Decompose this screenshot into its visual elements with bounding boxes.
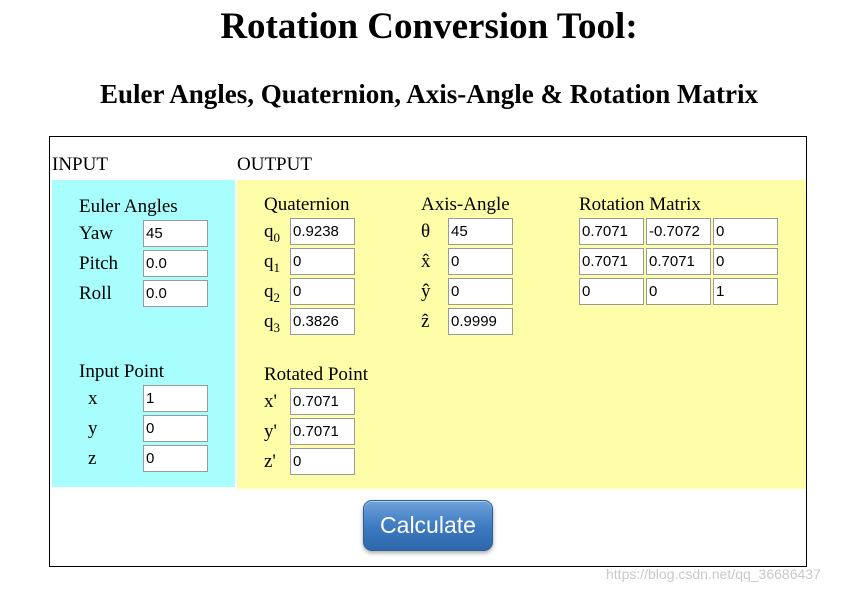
calculate-button[interactable]: Calculate xyxy=(363,500,493,551)
input-x-field[interactable] xyxy=(143,385,208,412)
axis-y-field[interactable] xyxy=(448,278,513,305)
euler-angles-heading: Euler Angles xyxy=(79,196,178,217)
axis-z-label: ẑ xyxy=(421,311,430,332)
matrix-cell-r1c1[interactable] xyxy=(579,218,644,245)
matrix-cell-r3c1[interactable] xyxy=(579,278,644,305)
pitch-input[interactable] xyxy=(143,250,208,277)
page-subtitle: Euler Angles, Quaternion, Axis-Angle & R… xyxy=(100,79,758,109)
input-heading: INPUT xyxy=(52,154,108,175)
yaw-input[interactable] xyxy=(143,220,208,247)
output-heading: OUTPUT xyxy=(237,154,312,175)
axis-angle-heading: Axis-Angle xyxy=(421,194,510,215)
axis-y-label: ŷ xyxy=(421,281,431,302)
theta-label: θ xyxy=(421,221,431,242)
matrix-cell-r2c1[interactable] xyxy=(579,248,644,275)
q0-label: q0 xyxy=(264,221,280,245)
input-x-label: x xyxy=(88,388,98,409)
matrix-cell-r3c3[interactable] xyxy=(713,278,778,305)
pitch-label: Pitch xyxy=(79,253,119,274)
rotated-y-field[interactable] xyxy=(290,418,355,445)
q3-label: q3 xyxy=(264,311,280,335)
rotated-y-label: y' xyxy=(264,421,277,442)
q2-label: q2 xyxy=(264,281,280,305)
rotated-z-field[interactable] xyxy=(290,448,355,475)
input-y-field[interactable] xyxy=(143,415,208,442)
quaternion-heading: Quaternion xyxy=(264,194,350,215)
rotated-z-label: z' xyxy=(264,451,276,472)
input-z-field[interactable] xyxy=(143,445,208,472)
q1-field[interactable] xyxy=(290,248,355,275)
rotation-matrix-heading: Rotation Matrix xyxy=(579,194,701,215)
axis-z-field[interactable] xyxy=(448,308,513,335)
roll-input[interactable] xyxy=(143,280,208,307)
roll-label: Roll xyxy=(79,283,112,304)
matrix-cell-r2c3[interactable] xyxy=(713,248,778,275)
matrix-cell-r2c2[interactable] xyxy=(646,248,711,275)
matrix-cell-r3c2[interactable] xyxy=(646,278,711,305)
yaw-label: Yaw xyxy=(79,223,113,244)
matrix-cell-r1c3[interactable] xyxy=(713,218,778,245)
axis-x-field[interactable] xyxy=(448,248,513,275)
watermark-text: https://blog.csdn.net/qq_36686437 xyxy=(606,566,821,582)
axis-x-label: x̂ xyxy=(421,251,431,272)
input-y-label: y xyxy=(88,418,98,439)
matrix-cell-r1c2[interactable] xyxy=(646,218,711,245)
page-title: Rotation Conversion Tool: xyxy=(220,6,638,47)
input-z-label: z xyxy=(88,448,97,469)
q2-field[interactable] xyxy=(290,278,355,305)
rotated-x-label: x' xyxy=(264,391,277,412)
rotated-point-heading: Rotated Point xyxy=(264,364,368,385)
q1-label: q1 xyxy=(264,251,280,275)
q3-field[interactable] xyxy=(290,308,355,335)
q0-field[interactable] xyxy=(290,218,355,245)
rotated-x-field[interactable] xyxy=(290,388,355,415)
theta-field[interactable] xyxy=(448,218,513,245)
input-point-heading: Input Point xyxy=(79,361,164,382)
